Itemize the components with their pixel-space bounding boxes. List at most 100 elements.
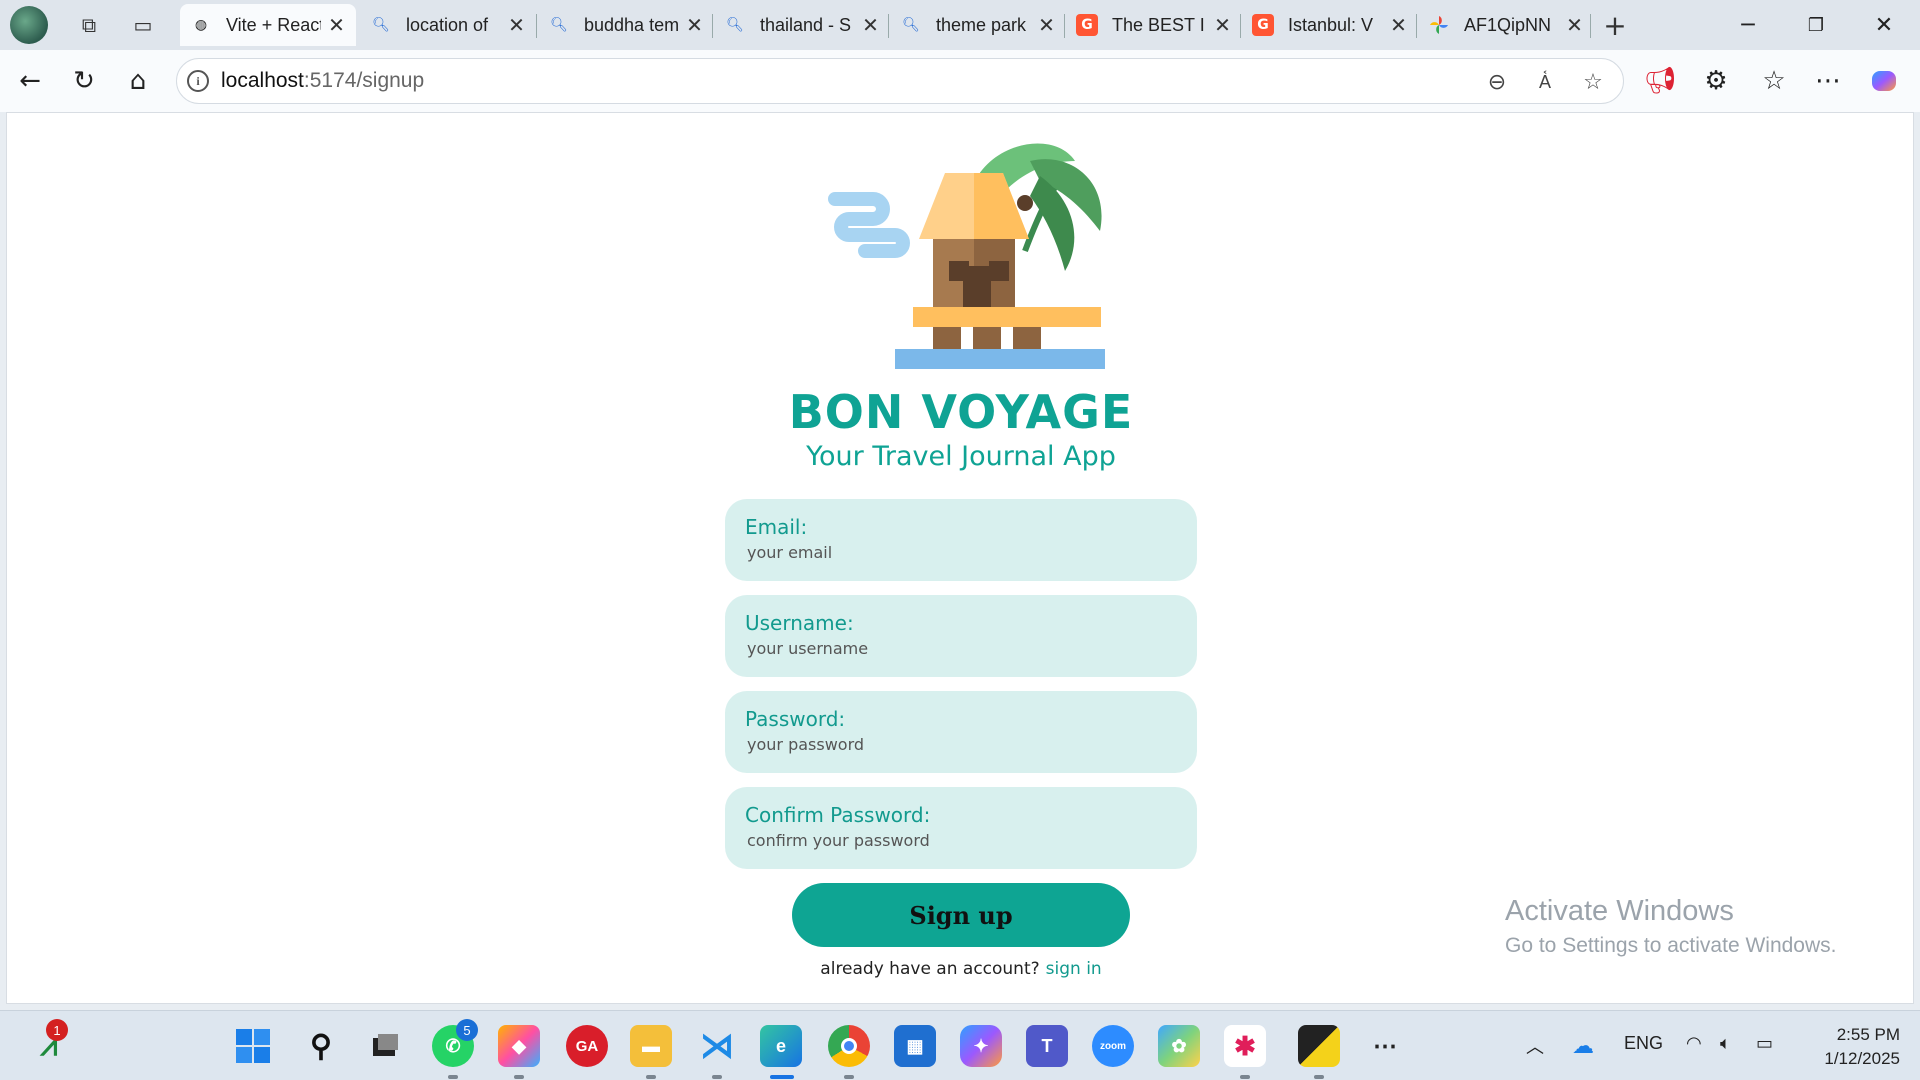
favorite-star-icon[interactable]: ☆ bbox=[1579, 68, 1607, 96]
volume-icon[interactable]: 🔈︎ bbox=[1720, 1033, 1731, 1054]
back-icon[interactable]: ← bbox=[12, 63, 48, 99]
taskbar: ⩘ 1 ⚲ ✆ 5 ◆ GA ▬ ⋊ e ▦ ✦ T zoom ✿ ✱ ⋯ ︿ … bbox=[0, 1010, 1920, 1080]
tab-title: theme park bbox=[936, 14, 1027, 35]
tab-the-best[interactable]: G The BEST I ✕ bbox=[1066, 4, 1242, 46]
zoom-out-icon[interactable]: ⊖ bbox=[1483, 68, 1511, 96]
tab-thailand[interactable]: 🔍︎ thailand - S ✕ bbox=[714, 4, 890, 46]
vertical-tabs-icon[interactable]: ▭ bbox=[128, 10, 158, 40]
task-view-icon[interactable] bbox=[364, 1025, 406, 1067]
wifi-icon[interactable]: ◠ bbox=[1686, 1033, 1702, 1054]
password-input[interactable] bbox=[747, 735, 1167, 754]
signin-prompt: already have an account? sign in bbox=[7, 959, 1915, 979]
close-tab-icon[interactable]: ✕ bbox=[507, 13, 526, 37]
copilot-icon[interactable] bbox=[1866, 63, 1902, 99]
more-menu-icon[interactable]: ⋯ bbox=[1810, 63, 1846, 99]
site-info-icon[interactable]: i bbox=[187, 70, 209, 92]
tab-title: The BEST I bbox=[1112, 14, 1205, 35]
vscode-icon[interactable]: ⋊ bbox=[696, 1025, 738, 1067]
slack-icon[interactable]: ✱ bbox=[1224, 1025, 1266, 1067]
battery-icon[interactable]: ▭ bbox=[1756, 1033, 1773, 1054]
password-label: Password: bbox=[745, 707, 846, 731]
sticky-notes-icon[interactable] bbox=[1298, 1025, 1340, 1067]
onedrive-icon[interactable]: ☁ bbox=[1572, 1033, 1594, 1059]
confirm-password-field[interactable]: Confirm Password: bbox=[725, 787, 1197, 869]
page-content: BON VOYAGE Your Travel Journal App Email… bbox=[6, 112, 1914, 1004]
beach-hut-logo bbox=[828, 143, 1105, 369]
home-icon[interactable]: ⌂ bbox=[120, 63, 156, 99]
close-tab-icon[interactable]: ✕ bbox=[1213, 13, 1232, 37]
email-field[interactable]: Email: bbox=[725, 499, 1197, 581]
search-icon: 🔍︎ bbox=[726, 17, 744, 33]
email-input[interactable] bbox=[747, 543, 1167, 562]
photos-icon[interactable]: ✿ bbox=[1158, 1025, 1200, 1067]
close-tab-icon[interactable]: ✕ bbox=[1565, 13, 1584, 37]
more-apps-icon[interactable]: ⋯ bbox=[1364, 1025, 1406, 1067]
watermark-subtitle: Go to Settings to activate Windows. bbox=[1505, 934, 1837, 957]
file-explorer-icon[interactable]: ▬ bbox=[630, 1025, 672, 1067]
tab-title: AF1QipNN bbox=[1464, 14, 1552, 35]
username-field[interactable]: Username: bbox=[725, 595, 1197, 677]
tab-buddha-temple[interactable]: 🔍︎ buddha temple ✕ bbox=[538, 4, 714, 46]
restore-icon[interactable]: ❐ bbox=[1786, 8, 1846, 42]
tab-title: buddha temple bbox=[584, 14, 679, 35]
zoom-icon[interactable]: zoom bbox=[1092, 1025, 1134, 1067]
tab-title: Vite + React bbox=[226, 14, 321, 35]
close-tab-icon[interactable]: ✕ bbox=[1037, 13, 1056, 37]
signin-prompt-text: already have an account? bbox=[820, 959, 1040, 979]
close-tab-icon[interactable]: ✕ bbox=[1389, 13, 1408, 37]
favorites-icon[interactable]: ☆ bbox=[1756, 63, 1792, 99]
close-window-icon[interactable]: ✕ bbox=[1854, 8, 1914, 42]
copilot-app-icon[interactable]: ✦ bbox=[960, 1025, 1002, 1067]
teams-icon[interactable]: T bbox=[1026, 1025, 1068, 1067]
tab-af1qipnn[interactable]: AF1QipNN ✕ bbox=[1418, 4, 1594, 46]
tab-title: location of bbox=[406, 14, 489, 35]
activate-windows-watermark: Activate Windows Go to Settings to activ… bbox=[1505, 895, 1837, 958]
start-menu-icon[interactable] bbox=[232, 1025, 274, 1067]
sign-up-button[interactable]: Sign up bbox=[792, 883, 1130, 947]
chrome-icon[interactable] bbox=[828, 1025, 870, 1067]
username-input[interactable] bbox=[747, 639, 1167, 658]
pinwheel-icon bbox=[1428, 14, 1450, 36]
edge-browser-icon[interactable]: e bbox=[760, 1025, 802, 1067]
megaphone-icon[interactable]: 📢︎ bbox=[1642, 63, 1678, 99]
close-tab-icon[interactable]: ✕ bbox=[685, 13, 704, 37]
password-field[interactable]: Password: bbox=[725, 691, 1197, 773]
tab-vite-react[interactable]: ◍ Vite + React ✕ bbox=[180, 4, 356, 46]
username-label: Username: bbox=[745, 611, 854, 635]
watermark-title: Activate Windows bbox=[1505, 895, 1734, 927]
refresh-icon[interactable]: ↻ bbox=[66, 63, 102, 99]
language-indicator[interactable]: ENG bbox=[1624, 1033, 1663, 1054]
getyourguide-icon: G bbox=[1252, 14, 1274, 36]
profile-avatar[interactable] bbox=[10, 6, 48, 44]
search-icon: 🔍︎ bbox=[550, 17, 568, 33]
url-text[interactable]: localhost:5174/signup bbox=[221, 69, 424, 93]
workspaces-icon[interactable]: ⧉ bbox=[74, 10, 104, 40]
stocks-badge: 1 bbox=[46, 1019, 68, 1041]
search-icon: 🔍︎ bbox=[902, 17, 920, 33]
confirm-password-input[interactable] bbox=[747, 831, 1167, 850]
extensions-icon[interactable]: ⚙︎ bbox=[1698, 63, 1734, 99]
app-tagline: Your Travel Journal App bbox=[806, 441, 1116, 472]
read-aloud-icon[interactable]: A᷾ bbox=[1531, 68, 1559, 96]
tab-theme-park[interactable]: 🔍︎ theme park ✕ bbox=[890, 4, 1066, 46]
tab-location[interactable]: 🔍︎ location of ✕ bbox=[360, 4, 536, 46]
show-hidden-icons-icon[interactable]: ︿ bbox=[1526, 1033, 1544, 1059]
clock-date: 1/12/2025 bbox=[1824, 1049, 1900, 1068]
microsoft-store-icon[interactable]: ▦ bbox=[894, 1025, 936, 1067]
tab-istanbul[interactable]: G Istanbul: V ✕ bbox=[1242, 4, 1418, 46]
whatsapp-badge: 5 bbox=[456, 1019, 478, 1041]
close-tab-icon[interactable]: ✕ bbox=[861, 13, 880, 37]
search-icon[interactable]: ⚲ bbox=[300, 1025, 342, 1067]
app-brand-title: BON VOYAGE bbox=[788, 385, 1134, 439]
minimize-icon[interactable]: ─ bbox=[1718, 8, 1778, 42]
close-tab-icon[interactable]: ✕ bbox=[327, 13, 346, 37]
system-clock[interactable]: 2:55 PM 1/12/2025 bbox=[1800, 1023, 1900, 1071]
sign-in-link[interactable]: sign in bbox=[1046, 959, 1102, 979]
ga-app-icon[interactable]: GA bbox=[566, 1025, 608, 1067]
globe-icon: ◍ bbox=[194, 17, 208, 33]
tab-strip: ⧉ ▭ ◍ Vite + React ✕ 🔍︎ location of ✕ 🔍︎… bbox=[0, 0, 1920, 50]
address-bar[interactable]: i localhost:5174/signup ⊖ A᷾ ☆ bbox=[176, 58, 1624, 104]
paint-app-icon[interactable]: ◆ bbox=[498, 1025, 540, 1067]
new-tab-icon[interactable]: + bbox=[1600, 9, 1630, 42]
navigation-bar: ← ↻ ⌂ i localhost:5174/signup ⊖ A᷾ ☆ 📢︎ … bbox=[0, 50, 1920, 112]
